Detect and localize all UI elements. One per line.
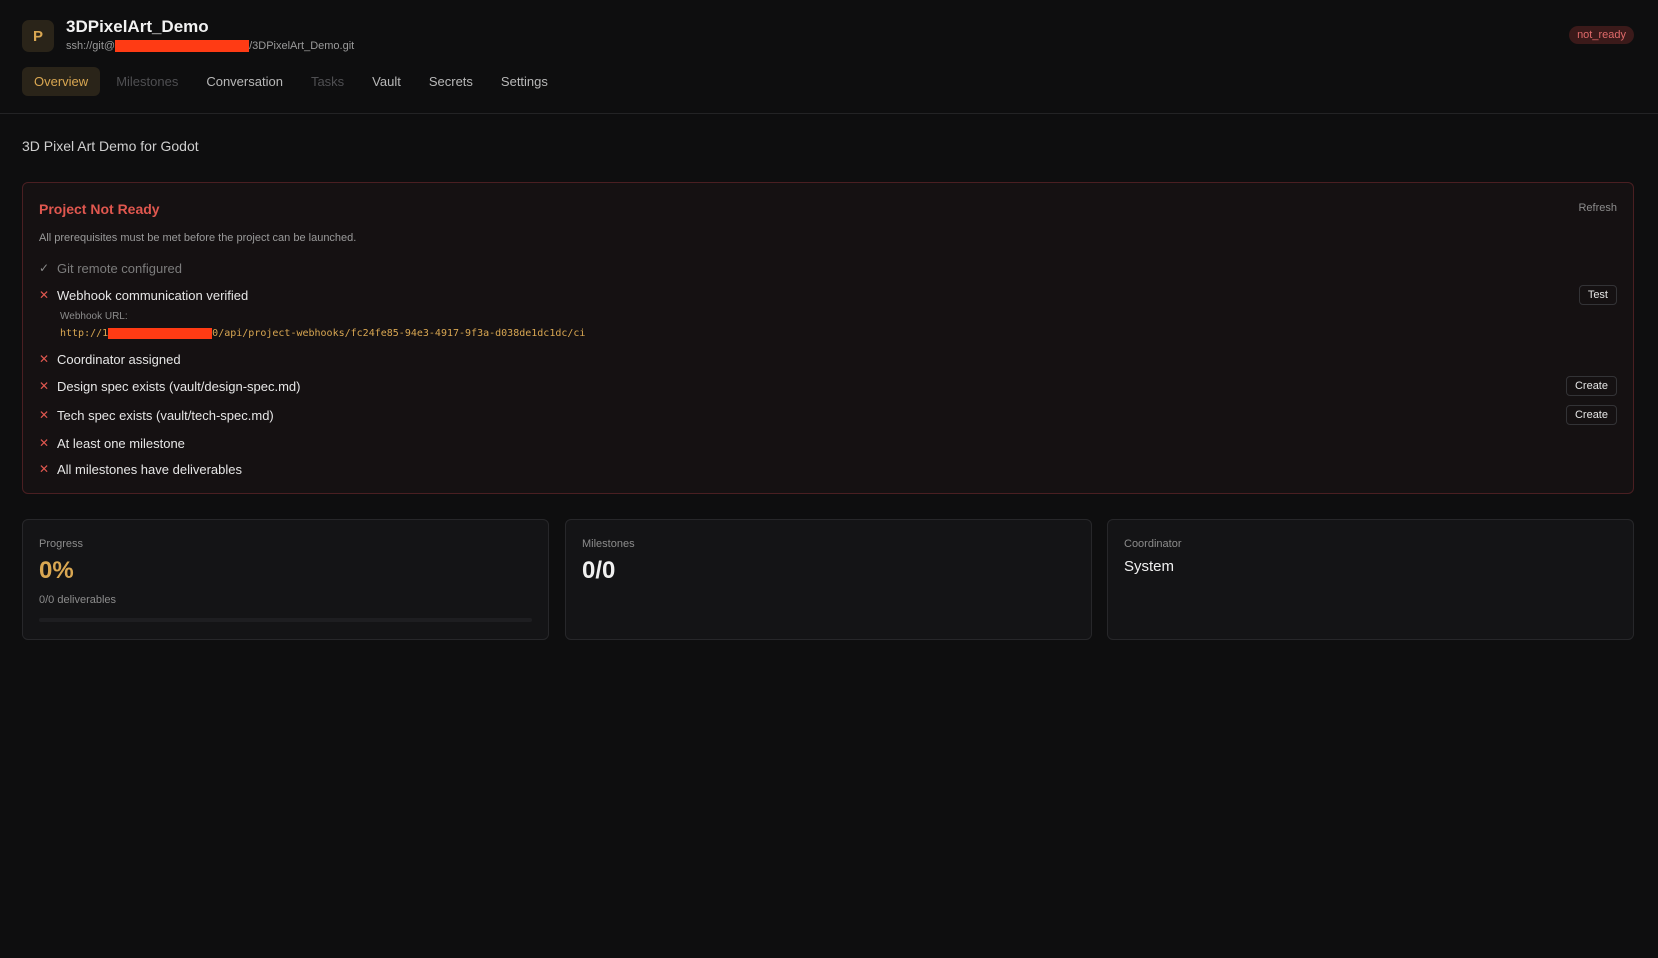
webhook-url: http://1 0/api/project-webhooks/fc24fe85… <box>60 328 585 339</box>
check-milestone: ✕ At least one milestone <box>39 433 1617 453</box>
check-tech-spec: ✕ Tech spec exists (vault/tech-spec.md) … <box>39 405 1617 425</box>
readiness-description: All prerequisites must be met before the… <box>39 232 357 244</box>
check-label: Git remote configured <box>57 260 183 276</box>
milestones-card: Milestones 0/0 <box>565 519 1092 640</box>
check-label: Design spec exists (vault/design-spec.md… <box>57 378 301 394</box>
create-tech-spec-button[interactable]: Create <box>1565 405 1617 425</box>
project-title: 3DPixelArt_Demo <box>66 17 209 36</box>
coordinator-value: System <box>1124 558 1175 575</box>
test-webhook-button[interactable]: Test <box>1578 285 1617 305</box>
check-coordinator: ✕ Coordinator assigned <box>39 349 1617 369</box>
repo-url: ssh://git@ /3DPixelArt_Demo.git <box>66 40 354 52</box>
create-design-spec-button[interactable]: Create <box>1565 376 1617 396</box>
project-header: P 3DPixelArt_Demo ssh://git@ /3DPixelArt… <box>0 0 1658 114</box>
tab-bar: Overview Milestones Conversation Tasks V… <box>22 67 560 96</box>
coordinator-card: Coordinator System <box>1107 519 1634 640</box>
cross-icon: ✕ <box>39 379 50 393</box>
repo-url-suffix: /3DPixelArt_Demo.git <box>249 40 355 52</box>
webhook-url-suffix: 0/api/project-webhooks/fc24fe85-94e3-491… <box>212 328 586 339</box>
readiness-title: Project Not Ready <box>39 201 160 217</box>
readiness-panel: Project Not Ready Refresh All prerequisi… <box>22 182 1634 494</box>
check-label: Webhook communication verified <box>57 287 249 303</box>
tab-conversation[interactable]: Conversation <box>194 67 295 96</box>
tab-vault[interactable]: Vault <box>360 67 413 96</box>
cross-icon: ✕ <box>39 288 50 302</box>
tab-overview[interactable]: Overview <box>22 67 101 96</box>
check-design-spec: ✕ Design spec exists (vault/design-spec.… <box>39 376 1617 396</box>
tab-tasks[interactable]: Tasks <box>299 67 356 96</box>
refresh-button[interactable]: Refresh <box>1578 202 1617 214</box>
project-description: 3D Pixel Art Demo for Godot <box>22 138 199 154</box>
check-webhook: ✕ Webhook communication verified Test <box>39 285 1617 305</box>
tab-milestones[interactable]: Milestones <box>104 67 190 96</box>
progress-bar <box>39 618 532 622</box>
progress-label: Progress <box>39 538 84 550</box>
cross-icon: ✕ <box>39 408 50 422</box>
cross-icon: ✕ <box>39 436 50 450</box>
check-label: Coordinator assigned <box>57 351 181 367</box>
cross-icon: ✕ <box>39 352 50 366</box>
redacted-block <box>108 328 213 339</box>
redacted-block <box>115 40 250 52</box>
check-label: Tech spec exists (vault/tech-spec.md) <box>57 407 274 423</box>
check-label: At least one milestone <box>57 435 185 451</box>
milestones-value: 0/0 <box>582 557 616 584</box>
cross-icon: ✕ <box>39 462 50 476</box>
project-avatar: P <box>22 20 54 52</box>
tab-settings[interactable]: Settings <box>489 67 560 96</box>
webhook-url-prefix: http://1 <box>60 328 109 339</box>
check-icon: ✓ <box>39 261 50 275</box>
check-git-remote: ✓ Git remote configured <box>39 258 1617 278</box>
coordinator-label: Coordinator <box>1124 538 1182 550</box>
progress-value: 0% <box>39 557 74 584</box>
tab-secrets[interactable]: Secrets <box>417 67 485 96</box>
check-deliverables: ✕ All milestones have deliverables <box>39 459 1617 479</box>
repo-url-prefix: ssh://git@ <box>66 40 116 52</box>
check-label: All milestones have deliverables <box>57 461 242 477</box>
webhook-url-label: Webhook URL: <box>60 311 128 322</box>
status-badge: not_ready <box>1569 26 1634 44</box>
progress-card: Progress 0% 0/0 deliverables <box>22 519 549 640</box>
deliverables-count: 0/0 deliverables <box>39 594 117 606</box>
milestones-label: Milestones <box>582 538 635 550</box>
